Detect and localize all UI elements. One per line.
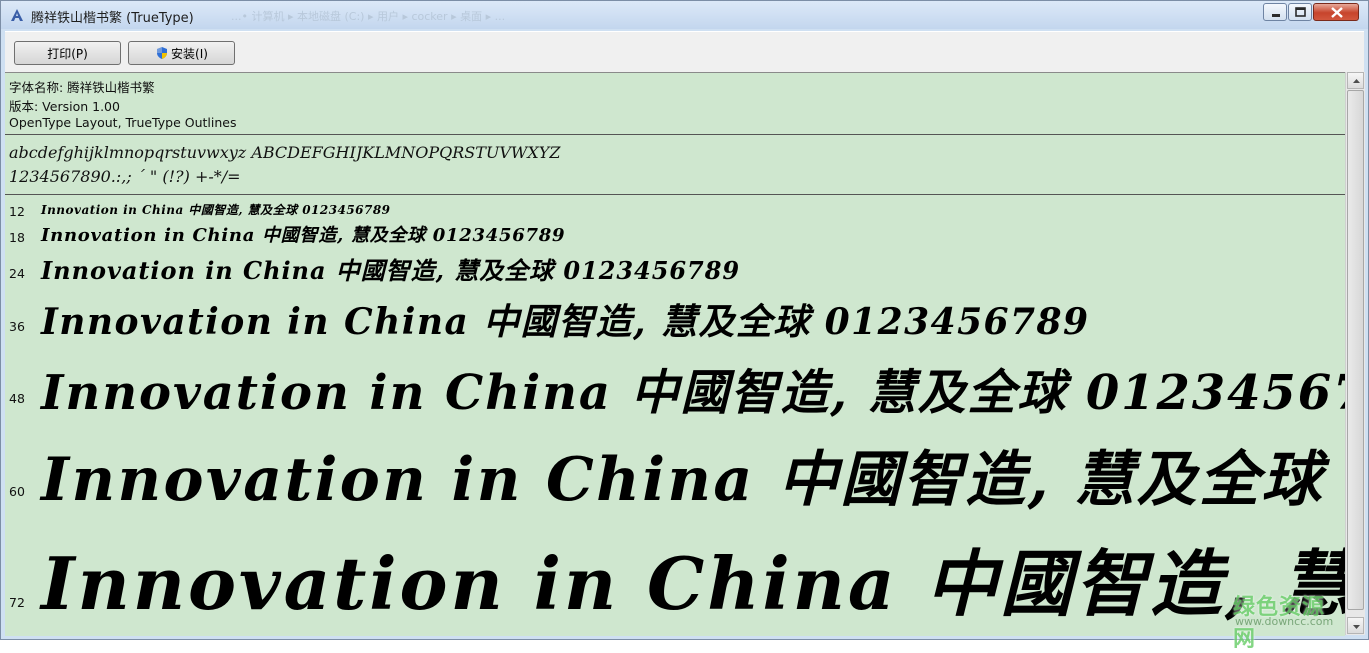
font-version-line: 版本: Version 1.00	[9, 99, 120, 114]
window-title: 腾祥铁山楷书繁 (TrueType)	[31, 11, 194, 26]
sample-size-label: 72	[9, 595, 25, 610]
sample-text: Innovation in China 中國智造, 慧及全球 012345678…	[41, 203, 391, 217]
maximize-icon	[1295, 7, 1306, 17]
maximize-button[interactable]	[1288, 3, 1312, 21]
install-button[interactable]: 安装(I)	[128, 41, 235, 65]
scroll-down-button[interactable]	[1347, 617, 1364, 634]
font-name-line: 字体名称: 腾祥铁山楷书繁	[9, 80, 155, 95]
toolbar: 打印(P) 安装(I)	[5, 31, 1364, 72]
sample-size-label: 24	[9, 266, 25, 281]
sample-text: Innovation in China 中國智造, 慧及全球 012345678…	[41, 541, 1345, 626]
arrow-down-icon	[1353, 625, 1360, 629]
charset-letters: abcdefghijklmnopqrstuvwxyz ABCDEFGHIJKLM…	[9, 143, 561, 162]
print-button[interactable]: 打印(P)	[14, 41, 121, 65]
background-window-ghost-text: ...• 计算机 ▸ 本地磁盘 (C:) ▸ 用户 ▸ cocker ▸ 桌面 …	[231, 10, 506, 22]
divider	[5, 134, 1345, 135]
font-type-line: OpenType Layout, TrueType Outlines	[9, 115, 237, 130]
font-viewer-window: 腾祥铁山楷书繁 (TrueType) ...• 计算机 ▸ 本地磁盘 (C:) …	[0, 0, 1369, 652]
uac-shield-icon	[157, 47, 168, 59]
sample-text: Innovation in China 中國智造, 慧及全球 012345678…	[41, 445, 1345, 515]
install-button-label: 安装(I)	[171, 46, 208, 61]
close-icon	[1331, 7, 1343, 18]
scroll-up-button[interactable]	[1347, 72, 1364, 89]
sample-size-label: 18	[9, 230, 25, 245]
sample-size-label: 60	[9, 484, 25, 499]
sample-text: Innovation in China 中國智造, 慧及全球 012345678…	[41, 365, 1345, 421]
sample-text: Innovation in China 中國智造, 慧及全球 012345678…	[41, 301, 1090, 343]
scrollbar-thumb[interactable]	[1347, 90, 1364, 610]
close-button[interactable]	[1313, 3, 1359, 21]
vertical-scrollbar[interactable]	[1345, 72, 1365, 635]
font-viewer-icon	[11, 9, 23, 21]
arrow-up-icon	[1353, 79, 1360, 83]
font-preview-pane: 字体名称: 腾祥铁山楷书繁 版本: Version 1.00 OpenType …	[5, 72, 1345, 636]
minimize-icon	[1272, 14, 1280, 17]
sample-text: Innovation in China 中國智造, 慧及全球 012345678…	[41, 225, 566, 246]
sample-size-label: 48	[9, 391, 25, 406]
charset-digits-punctuation: 1234567890.:,; ´ " (!?) +-*/=	[9, 167, 241, 186]
title-bar[interactable]: 腾祥铁山楷书繁 (TrueType) ...• 计算机 ▸ 本地磁盘 (C:) …	[1, 1, 1368, 29]
print-button-label: 打印(P)	[47, 46, 88, 61]
sample-size-label: 12	[9, 204, 25, 219]
sample-size-label: 36	[9, 319, 25, 334]
divider	[5, 194, 1345, 195]
sample-text: Innovation in China 中國智造, 慧及全球 012345678…	[41, 256, 741, 285]
minimize-button[interactable]	[1263, 3, 1287, 21]
